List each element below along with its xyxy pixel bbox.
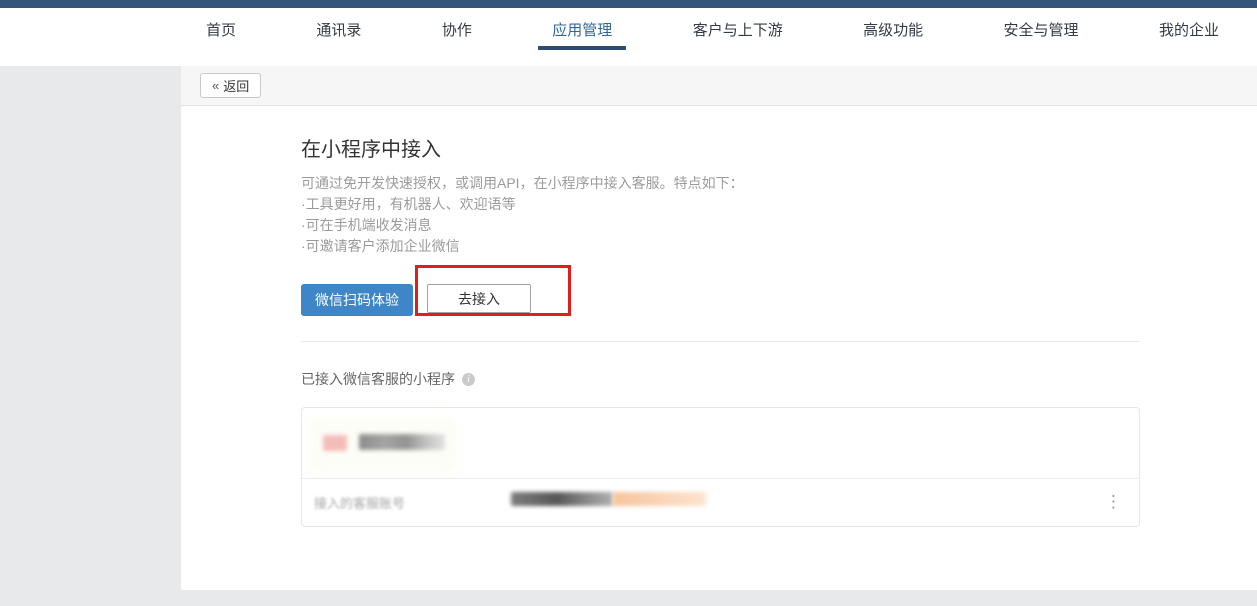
section-divider <box>301 341 1140 342</box>
back-button[interactable]: « 返回 <box>200 73 261 98</box>
miniprogram-card: 接入的客服账号 ⋮ <box>301 407 1140 527</box>
connected-account-row: 接入的客服账号 ⋮ <box>302 479 1139 526</box>
nav-tab-advanced[interactable]: 高级功能 <box>853 8 933 50</box>
nav-tab-customers[interactable]: 客户与上下游 <box>683 8 793 50</box>
nav-tab-collaboration[interactable]: 协作 <box>432 8 482 50</box>
double-chevron-left-icon: « <box>212 78 219 93</box>
feature-bullet: ·可在手机端收发消息 <box>301 215 1257 236</box>
main-nav: 首页 通讯录 协作 应用管理 客户与上下游 高级功能 安全与管理 我的企业 <box>0 8 1257 50</box>
content-panel: « 返回 在小程序中接入 可通过免开发快速授权，或调用API，在小程序中接入客服… <box>181 66 1257 590</box>
nav-tab-my-company[interactable]: 我的企业 <box>1149 8 1229 50</box>
panel-header-strip: « 返回 <box>181 66 1257 106</box>
miniprogram-avatar-redacted <box>323 435 347 451</box>
top-accent-bar <box>0 0 1257 8</box>
back-button-label: 返回 <box>223 76 249 95</box>
nav-tab-home[interactable]: 首页 <box>196 8 246 50</box>
more-options-icon[interactable]: ⋮ <box>1105 491 1121 513</box>
nav-tab-security[interactable]: 安全与管理 <box>994 8 1089 50</box>
miniprogram-card-header <box>302 408 1139 478</box>
account-info-redacted <box>613 492 706 506</box>
connected-miniprogram-section-header: 已接入微信客服的小程序 i <box>301 369 1257 389</box>
nav-tab-app-management[interactable]: 应用管理 <box>542 8 622 50</box>
section-title: 已接入微信客服的小程序 <box>301 369 455 389</box>
nav-tab-contacts[interactable]: 通讯录 <box>306 8 371 50</box>
page-background: « 返回 在小程序中接入 可通过免开发快速授权，或调用API，在小程序中接入客服… <box>0 66 1257 606</box>
go-connect-button[interactable]: 去接入 <box>427 284 531 313</box>
feature-description: 可通过免开发快速授权，或调用API，在小程序中接入客服。特点如下： <box>301 173 1257 194</box>
miniprogram-name-redacted <box>359 434 445 450</box>
feature-bullet: ·工具更好用，有机器人、欢迎语等 <box>301 194 1257 215</box>
page-title: 在小程序中接入 <box>301 136 1257 164</box>
feature-bullet: ·可邀请客户添加企业微信 <box>301 236 1257 257</box>
account-name-redacted <box>511 492 613 506</box>
connected-account-label-redacted: 接入的客服账号 <box>314 493 405 512</box>
action-buttons-row: 微信扫码体验 去接入 <box>301 265 1141 317</box>
wechat-scan-experience-button[interactable]: 微信扫码体验 <box>301 284 413 316</box>
info-icon[interactable]: i <box>462 373 475 386</box>
